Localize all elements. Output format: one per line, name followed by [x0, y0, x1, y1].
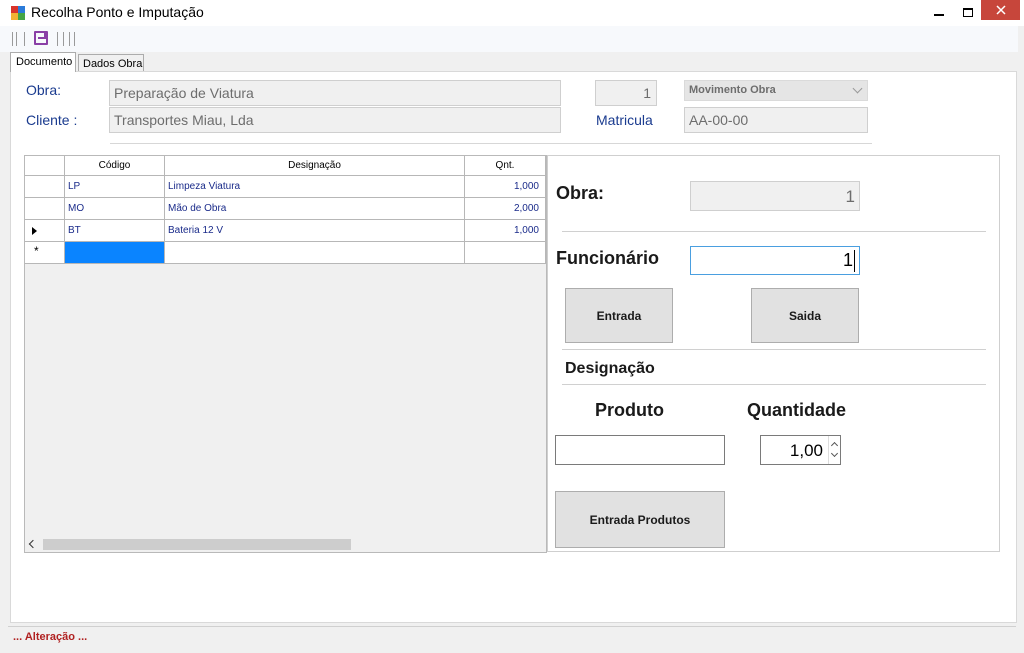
divider [562, 349, 986, 350]
movimento-select[interactable]: Movimento Obra [684, 80, 868, 101]
toolbar-separator [69, 32, 70, 46]
save-icon[interactable] [34, 31, 48, 45]
toolbar-grip [12, 32, 13, 46]
divider [562, 384, 986, 385]
cell-codigo[interactable]: BT [65, 220, 165, 242]
tab-dados-obra[interactable]: Dados Obra [78, 54, 144, 72]
status-text: ... Alteração ... [13, 631, 88, 643]
quantidade-stepper[interactable]: 1,00 [760, 435, 841, 465]
obra-label: Obra: [26, 82, 62, 98]
cell-qnt[interactable]: 1,000 [465, 176, 546, 198]
row-header[interactable] [25, 198, 65, 220]
cell-qnt[interactable] [465, 242, 546, 264]
cell-designacao[interactable] [165, 242, 465, 264]
quantidade-label: Quantidade [747, 400, 847, 420]
cell-designacao[interactable]: Bateria 12 V [165, 220, 465, 242]
items-grid[interactable]: Código Designação Qnt. LP Limpeza Viatur… [24, 155, 547, 553]
row-header-current[interactable] [25, 220, 65, 242]
toolbar-separator [63, 32, 64, 46]
entrada-button[interactable]: Entrada [565, 288, 673, 343]
cell-designacao[interactable]: Mão de Obra [165, 198, 465, 220]
text-caret [854, 250, 855, 272]
right-obra-label: Obra: [556, 183, 605, 203]
cell-qnt[interactable]: 2,000 [465, 198, 546, 220]
column-header-qnt[interactable]: Qnt. [465, 156, 546, 176]
cell-codigo-selected[interactable] [65, 242, 165, 264]
saida-button[interactable]: Saida [751, 288, 859, 343]
table-row[interactable]: MO Mão de Obra 2,000 [25, 198, 546, 220]
maximize-icon [963, 7, 973, 17]
new-row-marker: * [34, 244, 39, 258]
maximize-button[interactable] [952, 0, 984, 24]
funcionario-input[interactable]: 1 [690, 246, 860, 275]
grid-header-row: Código Designação Qnt. [25, 156, 546, 178]
toolbar-separator [57, 32, 58, 46]
cliente-field[interactable]: Transportes Miau, Lda [109, 107, 561, 133]
obra-field[interactable]: Preparação de Viatura [109, 80, 561, 106]
chevron-down-icon [852, 83, 863, 94]
close-button[interactable] [981, 0, 1020, 20]
produto-input[interactable] [555, 435, 725, 465]
funcionario-value: 1 [842, 250, 853, 270]
row-header-new[interactable]: * [25, 242, 65, 264]
close-icon [995, 5, 1006, 15]
table-row[interactable]: BT Bateria 12 V 1,000 [25, 220, 546, 242]
tab-documento[interactable]: Documento [10, 52, 76, 72]
status-bar: ... Alteração ... [8, 626, 1016, 646]
chevron-down-icon[interactable] [830, 449, 839, 458]
window-title: Recolha Ponto e Imputação [31, 4, 204, 20]
toolbar-grip [16, 32, 17, 46]
current-row-arrow-icon [32, 227, 37, 235]
movimento-select-value: Movimento Obra [689, 84, 776, 96]
designacao-label: Designação [565, 360, 655, 377]
chevron-up-icon[interactable] [830, 441, 839, 450]
new-row[interactable]: * [25, 242, 546, 264]
cell-codigo[interactable]: MO [65, 198, 165, 220]
cell-codigo[interactable]: LP [65, 176, 165, 198]
matricula-label: Matricula [596, 112, 653, 128]
minimize-icon [934, 13, 944, 16]
scrollbar-thumb[interactable] [43, 539, 351, 550]
window-edge [1018, 26, 1024, 626]
horizontal-scrollbar[interactable] [25, 537, 546, 552]
quantidade-value: 1,00 [789, 441, 823, 460]
toolbar [0, 26, 1018, 52]
matricula-field[interactable]: AA-00-00 [684, 107, 868, 133]
toolbar-separator [74, 32, 75, 46]
column-header-designacao[interactable]: Designação [165, 156, 465, 176]
right-obra-field[interactable]: 1 [690, 181, 860, 211]
app-window-icon [11, 6, 25, 20]
cell-qnt[interactable]: 1,000 [465, 220, 546, 242]
cliente-label: Cliente : [26, 112, 78, 128]
stepper-buttons[interactable] [828, 436, 840, 464]
row-header-corner [25, 156, 65, 176]
divider [562, 231, 986, 232]
entrada-produtos-button[interactable]: Entrada Produtos [555, 491, 725, 548]
produto-label: Produto [595, 400, 664, 420]
cell-designacao[interactable]: Limpeza Viatura [165, 176, 465, 198]
title-bar: Recolha Ponto e Imputação [0, 0, 1024, 26]
header-separator [110, 143, 872, 144]
number-field[interactable]: 1 [595, 80, 657, 106]
row-header[interactable] [25, 176, 65, 198]
toolbar-grip [24, 32, 25, 46]
funcionario-label: Funcionário [556, 248, 659, 268]
minimize-button[interactable] [923, 0, 955, 24]
scroll-left-icon[interactable] [28, 539, 38, 549]
column-header-codigo[interactable]: Código [65, 156, 165, 176]
table-row[interactable]: LP Limpeza Viatura 1,000 [25, 176, 546, 198]
